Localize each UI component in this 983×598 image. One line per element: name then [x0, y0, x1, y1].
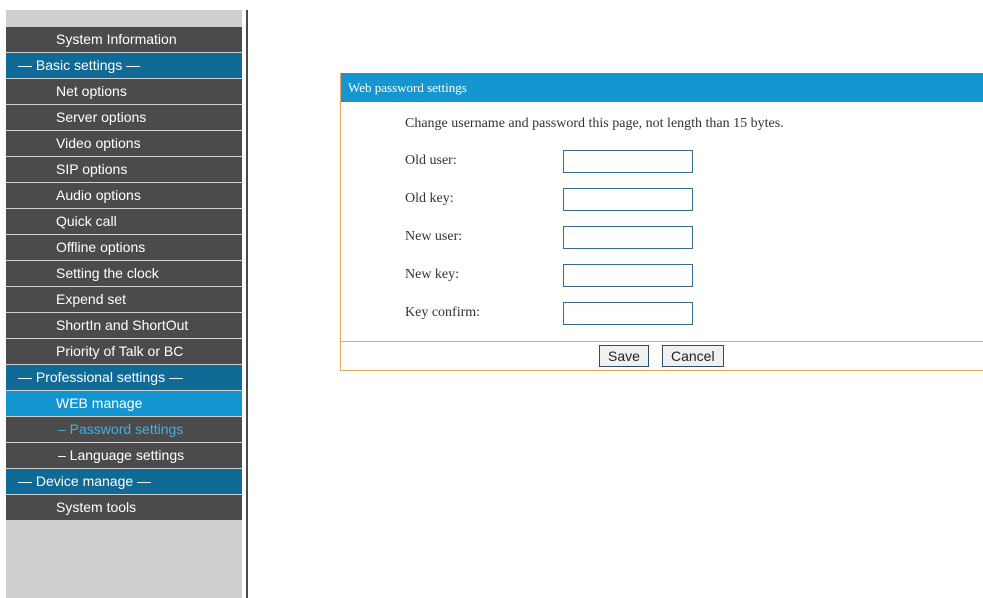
old-user-input[interactable]	[563, 150, 693, 173]
new-key-input[interactable]	[563, 264, 693, 287]
old-key-row: Old key:	[405, 188, 705, 212]
sidebar-menu: System Information — Basic settings — Ne…	[6, 27, 242, 521]
key-confirm-row: Key confirm:	[405, 302, 705, 326]
sidebar-item-language-settings[interactable]: – Language settings	[6, 443, 242, 468]
old-user-label: Old user:	[405, 153, 457, 168]
sidebar-item-quick-call[interactable]: Quick call	[6, 209, 242, 234]
cancel-button[interactable]: Cancel	[662, 345, 724, 367]
sidebar-item-net-options[interactable]: Net options	[6, 79, 242, 104]
sidebar-item-web-manage[interactable]: WEB manage	[6, 391, 242, 416]
panel-title: Web password settings	[341, 73, 983, 102]
save-button[interactable]: Save	[599, 345, 649, 367]
sidebar-item-system-information[interactable]: System Information	[6, 27, 242, 52]
new-user-label: New user:	[405, 229, 463, 244]
sidebar-divider	[246, 10, 248, 598]
panel-note: Change username and password this page, …	[405, 116, 784, 131]
sidebar-section-basic-settings[interactable]: — Basic settings —	[6, 53, 242, 78]
key-confirm-label: Key confirm:	[405, 305, 481, 320]
new-key-row: New key:	[405, 264, 705, 288]
sidebar-item-password-settings[interactable]: – Password settings	[6, 417, 242, 442]
sidebar-item-sip-options[interactable]: SIP options	[6, 157, 242, 182]
old-key-label: Old key:	[405, 191, 454, 206]
sidebar-item-system-tools[interactable]: System tools	[6, 495, 242, 520]
sidebar-item-offline-options[interactable]: Offline options	[6, 235, 242, 260]
panel-body: Change username and password this page, …	[341, 102, 983, 340]
sidebar: System Information — Basic settings — Ne…	[6, 10, 242, 598]
sidebar-item-audio-options[interactable]: Audio options	[6, 183, 242, 208]
web-password-panel: Web password settings Change username an…	[340, 73, 983, 371]
new-user-input[interactable]	[563, 226, 693, 249]
sidebar-item-expend-set[interactable]: Expend set	[6, 287, 242, 312]
old-user-row: Old user:	[405, 150, 705, 174]
sidebar-section-professional-settings[interactable]: — Professional settings —	[6, 365, 242, 390]
sidebar-section-device-manage[interactable]: — Device manage —	[6, 469, 242, 494]
panel-footer: Save Cancel	[341, 341, 983, 369]
old-key-input[interactable]	[563, 188, 693, 211]
sidebar-item-setting-the-clock[interactable]: Setting the clock	[6, 261, 242, 286]
sidebar-item-shortin-shortout[interactable]: ShortIn and ShortOut	[6, 313, 242, 338]
key-confirm-input[interactable]	[563, 302, 693, 325]
sidebar-item-server-options[interactable]: Server options	[6, 105, 242, 130]
new-user-row: New user:	[405, 226, 705, 250]
sidebar-item-video-options[interactable]: Video options	[6, 131, 242, 156]
sidebar-item-priority-talk-bc[interactable]: Priority of Talk or BC	[6, 339, 242, 364]
new-key-label: New key:	[405, 267, 460, 282]
